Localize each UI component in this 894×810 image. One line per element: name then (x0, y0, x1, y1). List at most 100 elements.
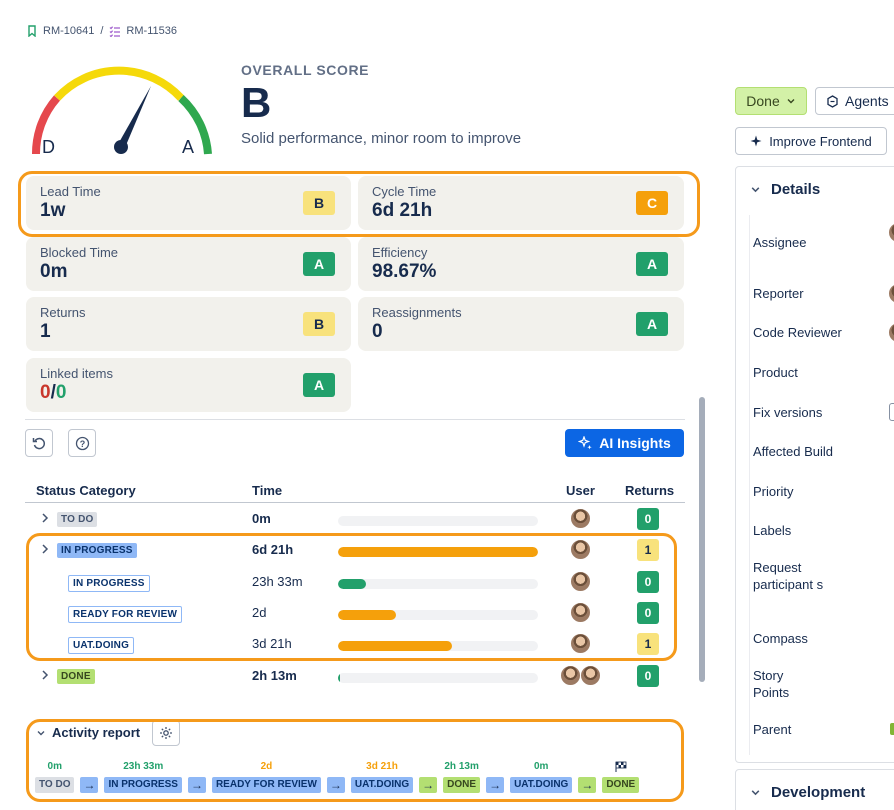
chevron-down-icon (751, 790, 760, 796)
table-row-in-progress[interactable]: IN PROGRESS 6d 21h 1 (25, 536, 685, 564)
field-story-points: Story Points (753, 668, 790, 700)
field-request-participants: Request participant s (753, 560, 824, 592)
status-lozenge: IN PROGRESS (57, 543, 137, 558)
status-dropdown[interactable]: Done (735, 87, 807, 115)
time-bar (338, 641, 538, 651)
table-row-to-do[interactable]: TO DO 0m 0 (25, 505, 685, 533)
linked-open-count: 0 (40, 382, 51, 403)
metric-value: 0m (40, 261, 68, 282)
header-time: Time (252, 483, 283, 498)
sparkle-icon (578, 435, 592, 449)
table-row-done[interactable]: DONE 2h 13m 0 (25, 662, 685, 690)
agents-button[interactable]: Agents (815, 87, 894, 115)
status-lozenge: DONE (57, 669, 95, 684)
step-status: READY FOR REVIEW (211, 777, 321, 793)
metric-title: Cycle Time (372, 184, 437, 199)
score-label: OVERALL SCORE (241, 62, 370, 78)
avatar[interactable] (570, 508, 591, 529)
field-assignee: Assignee (753, 235, 807, 250)
breadcrumb: RM-10641 / RM-11536 (26, 25, 177, 37)
fix-versions-select[interactable] (889, 403, 894, 421)
step-duration: 3d 21h (366, 761, 398, 772)
breadcrumb-parent[interactable]: RM-10641 (26, 25, 94, 37)
field-reporter: Reporter (753, 286, 804, 301)
table-row-uat-doing[interactable]: UAT.DOING 3d 21h 1 (25, 630, 685, 658)
metric-blocked-time: Blocked Time 0m A (26, 237, 351, 291)
metric-value: 0 (372, 321, 383, 342)
step-duration: 0m (533, 761, 549, 772)
metric-value: 1w (40, 200, 66, 221)
row-time: 23h 33m (252, 574, 303, 589)
step-status: UAT.DOING (350, 777, 414, 793)
field-fix-versions: Fix versions (753, 405, 823, 420)
time-bar-fill (338, 579, 366, 589)
development-toggle[interactable]: Development (750, 784, 865, 801)
overall-score: OVERALL SCORE B Solid performance, minor… (241, 62, 521, 147)
ai-insights-button[interactable]: AI Insights (565, 429, 684, 457)
metric-linked-items: Linked items 0/0 A (26, 358, 351, 412)
activity-step: 23h 33m IN PROGRESS (104, 760, 182, 793)
arrow-right-icon: → (80, 777, 99, 793)
metric-reassignments: Reassignments 0 A (358, 297, 684, 351)
metric-efficiency: Efficiency 98.67% A (358, 237, 684, 291)
improve-frontend-button[interactable]: Improve Frontend (735, 127, 887, 155)
score-description: Solid performance, minor room to improve (241, 130, 522, 147)
avatar[interactable] (570, 602, 591, 623)
avatar[interactable] (570, 633, 591, 654)
activity-step: DONE (602, 760, 640, 793)
metric-returns: Returns 1 B (26, 297, 351, 351)
row-time: 2h 13m (252, 668, 297, 683)
subtask-list-icon (109, 26, 121, 37)
activity-report-toggle[interactable]: Activity report (36, 725, 140, 740)
ai-insights-label: AI Insights (599, 435, 671, 451)
row-time: 0m (252, 511, 271, 526)
help-button[interactable]: ? (68, 429, 96, 457)
gauge-low-label: D (42, 137, 55, 157)
chevron-down-icon (751, 187, 760, 193)
header-user: User (566, 483, 595, 498)
table-row-ready-for-review[interactable]: READY FOR REVIEW 2d 0 (25, 599, 685, 627)
returns-badge: 1 (637, 633, 659, 655)
checkered-flag-icon (615, 761, 627, 772)
grade-badge: C (636, 191, 668, 215)
avatar[interactable] (570, 539, 591, 560)
activity-settings-button[interactable] (152, 720, 180, 746)
chevron-right-icon[interactable] (39, 542, 51, 556)
grade-badge: B (303, 191, 335, 215)
metric-title: Returns (40, 305, 86, 320)
gauge-high-label: A (182, 137, 194, 157)
reset-icon (32, 437, 46, 450)
step-duration: 2d (260, 761, 273, 772)
chevron-right-icon[interactable] (39, 511, 51, 525)
breadcrumb-current[interactable]: RM-11536 (109, 25, 177, 37)
avatar[interactable] (560, 665, 581, 686)
reset-button[interactable] (25, 429, 53, 457)
arrow-right-icon: → (187, 777, 206, 793)
step-duration: 0m (47, 761, 62, 772)
time-bar-fill (338, 641, 452, 651)
metric-lead-time: Lead Time 1w B (26, 176, 351, 230)
improve-label: Improve Frontend (769, 133, 872, 149)
field-affected-build: Affected Build (753, 444, 833, 459)
agents-label: Agents (845, 93, 889, 109)
chevron-right-icon[interactable] (39, 668, 51, 682)
metric-value: 0/0 (40, 382, 337, 404)
grade-badge: A (636, 312, 668, 336)
metric-title: Linked items (40, 366, 113, 381)
avatar[interactable] (580, 665, 601, 686)
avatar[interactable] (570, 571, 591, 592)
chevron-down-icon (787, 99, 795, 104)
scrollbar[interactable] (699, 397, 705, 682)
details-toggle[interactable]: Details (750, 181, 820, 198)
arrow-right-icon: → (419, 777, 438, 793)
header-returns: Returns (625, 483, 675, 498)
time-bar (338, 547, 538, 557)
step-status: IN PROGRESS (104, 777, 182, 793)
table-row-sub-in-progress[interactable]: IN PROGRESS 23h 33m 0 (25, 568, 685, 596)
step-duration: 23h 33m (123, 761, 164, 772)
time-bar (338, 673, 538, 683)
metric-title: Reassignments (372, 305, 462, 320)
breadcrumb-parent-key: RM-10641 (43, 25, 95, 37)
status-lozenge: READY FOR REVIEW (68, 606, 183, 623)
sparkle-icon (750, 135, 762, 147)
